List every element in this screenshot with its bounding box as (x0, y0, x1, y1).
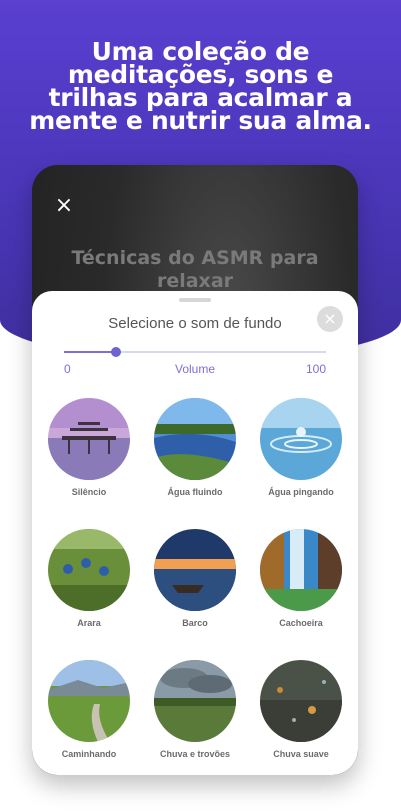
volume-slider[interactable] (64, 346, 326, 358)
sound-label: Barco (182, 618, 208, 628)
sound-item-silencio[interactable]: Silêncio (44, 398, 134, 497)
path-image (48, 660, 130, 742)
boat-image (154, 529, 236, 611)
storm-image (154, 660, 236, 742)
volume-max-label: 100 (305, 362, 326, 376)
promo-headline: Uma coleção de meditações, sons e trilha… (29, 37, 372, 135)
sound-label: Caminhando (61, 749, 117, 759)
sound-label: Água pingando (268, 487, 334, 497)
sheet-title: Selecione o som de fundo (108, 315, 282, 332)
birds-image (48, 529, 130, 611)
close-icon[interactable]: × (54, 195, 74, 217)
sheet-close-button[interactable]: × (317, 306, 343, 332)
sheet-drag-handle[interactable] (179, 298, 211, 302)
sound-item-caminhando[interactable]: Caminhando (44, 660, 134, 759)
sound-label: Silêncio (71, 487, 107, 497)
water-drop-image (260, 398, 342, 480)
phone-mockup: × Técnicas do ASMR para relaxar Selecion… (32, 165, 358, 775)
sound-item-barco[interactable]: Barco (150, 529, 240, 628)
sound-label: Chuva suave (273, 749, 329, 759)
sound-item-agua-pingando[interactable]: Água pingando (256, 398, 346, 497)
rain-window-image (260, 660, 342, 742)
sound-label: Chuva e trovões (159, 749, 231, 759)
pier-sunset-image (48, 398, 130, 480)
waterfall-image (260, 529, 342, 611)
volume-thumb[interactable] (111, 347, 122, 357)
sound-item-cachoeira[interactable]: Cachoeira (256, 529, 346, 628)
river-image (154, 398, 236, 480)
session-title: Técnicas do ASMR para relaxar (71, 247, 319, 292)
sound-item-arara[interactable]: Arara (44, 529, 134, 628)
volume-fill (64, 351, 117, 353)
sound-label: Arara (77, 618, 101, 628)
sound-item-chuva-trovoes[interactable]: Chuva e trovões (150, 660, 240, 759)
sound-item-agua-fluindo[interactable]: Água fluindo (150, 398, 240, 497)
sound-label: Água fluindo (167, 487, 223, 497)
sound-item-chuva-suave[interactable]: Chuva suave (256, 660, 346, 759)
sound-picker-sheet: Selecione o som de fundo × 0 Volume 100 (32, 291, 358, 775)
sound-label: Cachoeira (279, 618, 323, 628)
